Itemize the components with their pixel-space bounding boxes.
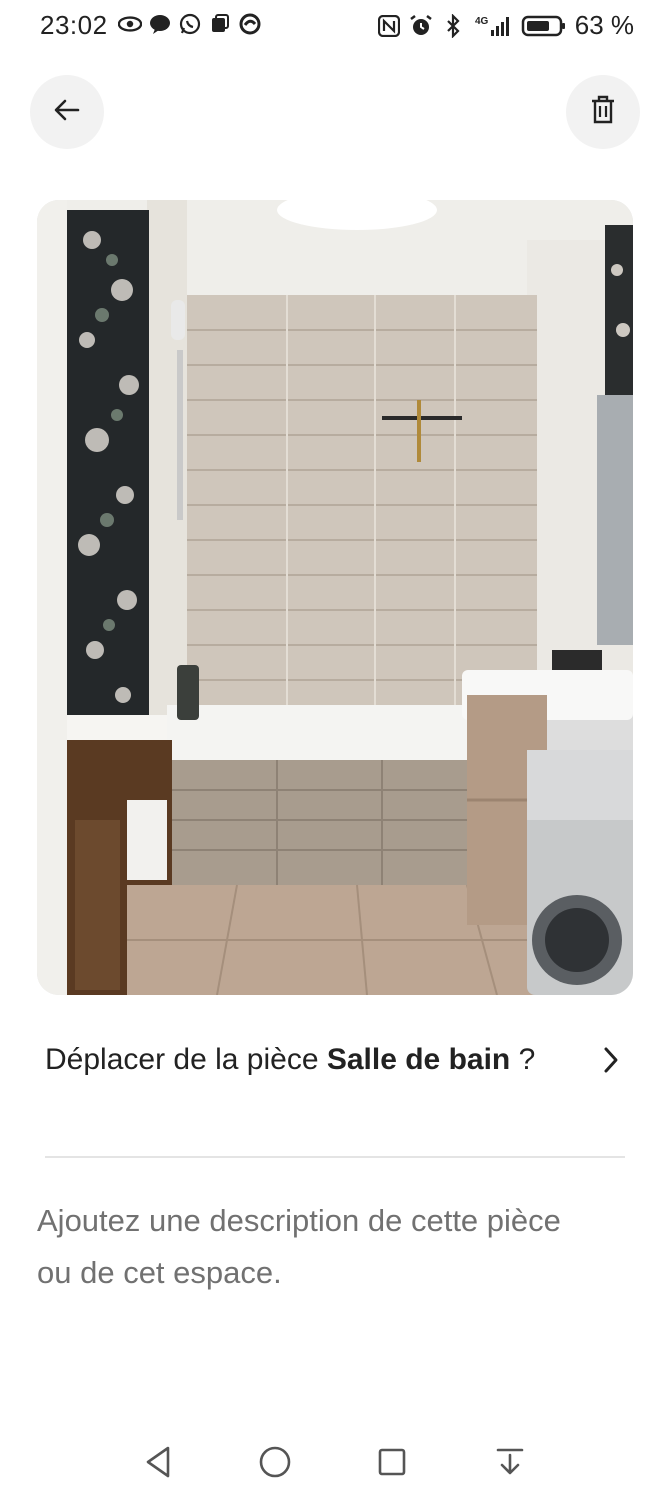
chat-bubble-icon (148, 12, 172, 36)
trash-icon (590, 95, 616, 130)
system-icons: 4G 63 % (377, 10, 634, 41)
signal-icon: 4G (473, 14, 513, 38)
back-triangle-icon[interactable] (136, 1440, 180, 1484)
bluetooth-icon (441, 13, 465, 38)
recents-square-icon[interactable] (370, 1440, 414, 1484)
move-room-suffix: ? (510, 1043, 536, 1076)
room-name: Salle de bain (326, 1043, 511, 1076)
home-circle-icon[interactable] (253, 1440, 297, 1484)
chevron-right-icon (599, 1044, 623, 1081)
system-nav-bar (0, 1420, 670, 1500)
edge-icon (238, 12, 262, 36)
network-type-label: 4G (475, 16, 489, 27)
description-field[interactable]: Ajoutez une description de cette pièce o… (37, 1195, 597, 1299)
move-room-row[interactable]: Déplacer de la pièce Salle de bain ? (45, 1038, 625, 1158)
move-room-text: Déplacer de la pièce Salle de bain ? (45, 1038, 545, 1081)
delete-button[interactable] (566, 75, 640, 149)
bathroom-photo[interactable] (37, 200, 633, 995)
app-icon (208, 12, 232, 36)
notification-pull-icon[interactable] (488, 1440, 532, 1484)
status-time: 23:02 (40, 10, 108, 40)
nfc-icon (377, 14, 401, 38)
whatsapp-icon (178, 12, 202, 36)
arrow-left-icon (52, 95, 82, 130)
battery-percent: 63 % (574, 10, 634, 40)
status-bar: 23:02 4G 63 % (0, 0, 670, 52)
alarm-icon (409, 14, 433, 38)
notification-icons (118, 12, 262, 36)
back-button[interactable] (30, 75, 104, 149)
move-room-prefix: Déplacer de la pièce (45, 1043, 327, 1076)
battery-icon (521, 14, 567, 38)
eye-icon (118, 12, 142, 36)
